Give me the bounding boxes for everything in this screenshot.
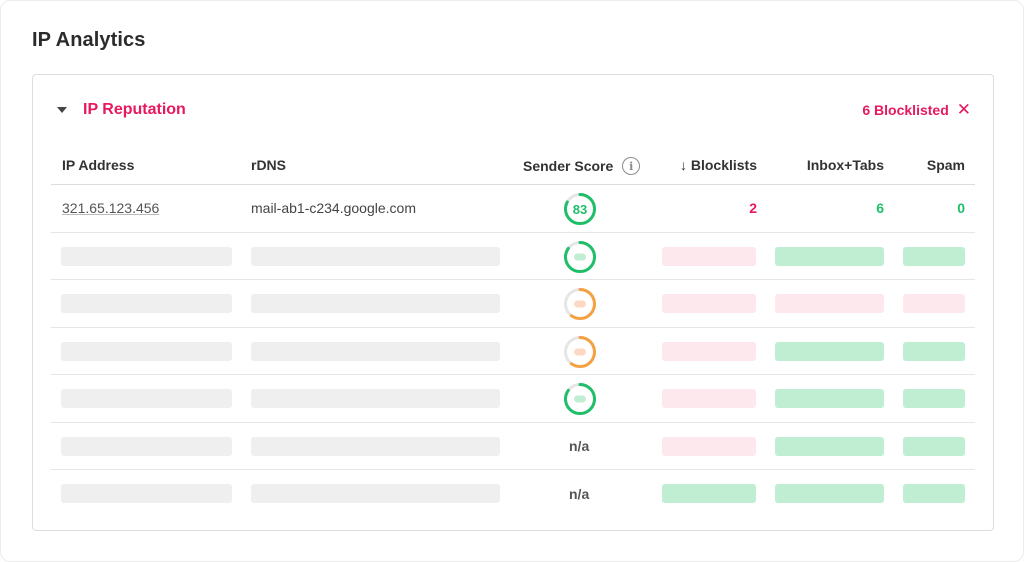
- placeholder-rows: n/a n/a: [51, 233, 975, 518]
- section-title[interactable]: IP Reputation: [83, 101, 186, 119]
- table-row[interactable]: n/a: [51, 423, 975, 470]
- header-spam: Spam: [926, 157, 965, 173]
- sender-score-ring: [563, 240, 597, 274]
- sender-score-ring: [563, 287, 597, 321]
- table-header: IP Address rDNS Sender Score i ↓ Blockli…: [51, 145, 975, 185]
- inbox-tabs-placeholder: [775, 246, 884, 266]
- spam-placeholder: [903, 389, 965, 408]
- ip-placeholder: [61, 389, 232, 408]
- spam-count: 0: [957, 200, 965, 217]
- rdns-placeholder: [251, 341, 500, 361]
- blocklists-placeholder: [662, 389, 756, 408]
- inbox-tabs-placeholder: [775, 341, 884, 361]
- sender-score-value: 83: [572, 201, 588, 217]
- rdns-placeholder: [251, 294, 500, 313]
- sender-score-ring: [563, 382, 597, 416]
- rdns-placeholder: [251, 436, 500, 456]
- section-header: IP Reputation 6 Blocklisted ✕: [33, 75, 993, 145]
- blocklists-placeholder: [662, 246, 756, 266]
- table-row[interactable]: [51, 328, 975, 375]
- blocklists-count: 2: [749, 200, 757, 217]
- inbox-tabs-placeholder: [775, 436, 884, 456]
- ip-placeholder: [61, 246, 232, 266]
- caret-down-icon[interactable]: [57, 107, 67, 113]
- sender-score-na: n/a: [569, 437, 590, 454]
- blocklists-placeholder: [662, 484, 756, 503]
- ip-reputation-card: IP Reputation 6 Blocklisted ✕ IP Address…: [32, 74, 994, 531]
- header-sender-score: Sender Score i: [523, 157, 641, 175]
- header-sender-score-label: Sender Score: [523, 158, 614, 174]
- blocklists-placeholder: [662, 341, 756, 361]
- ip-table: IP Address rDNS Sender Score i ↓ Blockli…: [51, 145, 975, 518]
- sender-score-ring: [563, 335, 597, 369]
- spam-placeholder: [903, 436, 965, 456]
- spam-placeholder: [903, 484, 965, 503]
- inbox-tabs-count: 6: [876, 200, 884, 217]
- rdns-value: mail-ab1-c234.google.com: [251, 200, 416, 217]
- info-icon[interactable]: i: [622, 157, 641, 175]
- header-ip-address: IP Address: [62, 157, 135, 173]
- ip-placeholder: [61, 341, 232, 361]
- header-rdns: rDNS: [251, 157, 287, 173]
- score-ring-svg: [564, 288, 596, 320]
- table-row[interactable]: n/a: [51, 470, 975, 518]
- inbox-tabs-placeholder: [775, 484, 884, 503]
- app-frame: IP Analytics IP Reputation 6 Blocklisted…: [0, 0, 1024, 562]
- score-ring-svg: [564, 335, 596, 368]
- table-row[interactable]: [51, 375, 975, 423]
- header-blocklists[interactable]: ↓ Blocklists: [680, 157, 757, 173]
- page-title: IP Analytics: [32, 29, 146, 51]
- ip-placeholder: [61, 484, 232, 503]
- spam-placeholder: [903, 294, 965, 313]
- blocklisted-label: 6 Blocklisted: [862, 102, 949, 118]
- header-inbox-tabs: Inbox+Tabs: [806, 157, 884, 173]
- sender-score-ring: 83: [563, 192, 597, 226]
- ip-placeholder: [61, 294, 232, 313]
- blocklisted-filter[interactable]: 6 Blocklisted ✕: [862, 101, 971, 118]
- sender-score-na: n/a: [569, 485, 590, 502]
- rdns-placeholder: [251, 246, 500, 266]
- close-icon[interactable]: ✕: [957, 101, 971, 118]
- score-ring-svg: [564, 383, 596, 415]
- spam-placeholder: [903, 341, 965, 361]
- rdns-placeholder: [251, 389, 500, 408]
- rdns-placeholder: [251, 484, 500, 503]
- score-ring-svg: [564, 240, 596, 273]
- ip-address-link[interactable]: 321.65.123.456: [62, 185, 159, 232]
- table-row[interactable]: 321.65.123.456 mail-ab1-c234.google.com …: [51, 185, 975, 233]
- ip-placeholder: [61, 436, 232, 456]
- spam-placeholder: [903, 246, 965, 266]
- blocklists-placeholder: [662, 436, 756, 456]
- inbox-tabs-placeholder: [775, 389, 884, 408]
- table-row[interactable]: [51, 233, 975, 280]
- blocklists-placeholder: [662, 294, 756, 313]
- inbox-tabs-placeholder: [775, 294, 884, 313]
- table-row[interactable]: [51, 280, 975, 328]
